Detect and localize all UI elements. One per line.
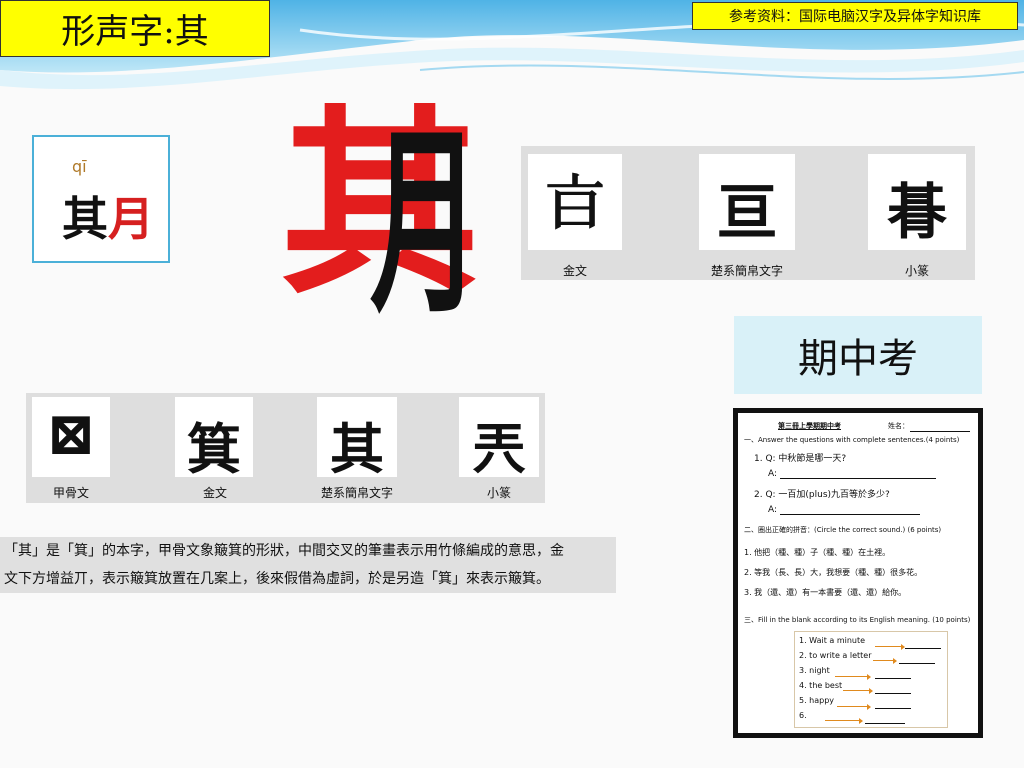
worksheet-section-2: 二、圈出正確的拼音：(Circle the correct sound.) (6…	[744, 526, 942, 534]
pinyin-text: qī	[72, 157, 87, 176]
name-blank	[910, 431, 970, 432]
worksheet-sentence-3: 3. 我（還、還）有一本書要（還、還）給你。	[744, 588, 907, 597]
card-char-left: 其	[62, 192, 108, 246]
script-cell: 𣅀	[528, 154, 622, 250]
reference-note: 参考资料：国际电脑汉字及异体字知识库	[692, 2, 1018, 30]
script-glyph: 𣅀	[545, 169, 605, 239]
fill-blank	[905, 648, 941, 649]
script-label: 楚系簡帛文字	[710, 264, 783, 278]
fill-blank	[875, 708, 911, 709]
arrow-icon	[835, 674, 871, 680]
fill-blank	[875, 678, 911, 679]
answer-blank	[780, 514, 920, 515]
radical-component: 月	[370, 108, 481, 341]
worksheet-section-3: 三、Fill in the blank according to its Eng…	[744, 616, 971, 624]
fill-item: 3. night	[799, 666, 830, 675]
worksheet-question-2: 2. Q: 一百加(plus)九百等於多少?	[754, 490, 890, 500]
script-cell: 朞	[868, 154, 966, 250]
worksheet-sentence-2: 2. 等我（長、長）大，我想要（種、種）很多花。	[744, 568, 923, 577]
script-label: 小篆	[904, 264, 929, 278]
worksheet-name-label: 姓名：	[888, 422, 909, 430]
fill-item: 5. happy	[799, 696, 835, 705]
script-glyph: ⊠	[45, 399, 97, 469]
script-label: 金文	[562, 264, 587, 278]
ancient-script-strip-qi: 𣅀 金文 亘 楚系簡帛文字 朞 小篆	[521, 146, 975, 280]
slide-title: 形声字:其	[0, 0, 270, 57]
pinyin-card-character: 其月	[62, 183, 154, 249]
worksheet-section-1: 一、Answer the questions with complete sen…	[744, 436, 960, 444]
big-character: 其 月	[280, 100, 480, 330]
script-cell: 兲	[459, 397, 539, 481]
explanation-line-2: 文下方增益丌，表示簸箕放置在几案上，後來假借為虛詞，於是另造「箕」來表示簸箕。	[4, 571, 550, 587]
worksheet-question-1: 1. Q: 中秋節是哪一天?	[754, 454, 847, 464]
ancient-script-strip-ji: ⊠ 甲骨文 箕 金文 其 楚系簡帛文字 兲 小篆	[26, 393, 545, 503]
script-cell: 亘	[699, 154, 795, 250]
script-cell: 其	[317, 397, 397, 481]
arrow-icon	[837, 704, 871, 710]
etymology-explanation: 「其」是「箕」的本字，甲骨文象簸箕的形狀，中間交叉的筆畫表示用竹條編成的意思，金…	[0, 537, 616, 593]
exam-worksheet: 第三冊上學期期中考 姓名： 一、Answer the questions wit…	[733, 408, 983, 738]
answer-blank	[780, 478, 936, 479]
arrow-icon	[873, 658, 897, 664]
answer-label: A:	[768, 505, 778, 515]
worksheet-sentence-1: 1. 他把（種、種）子（種、種）在土裡。	[744, 548, 891, 557]
script-glyph: 亘	[717, 178, 777, 248]
script-glyph: 朞	[887, 178, 947, 248]
script-glyph: 兲	[472, 417, 526, 481]
answer-label: A:	[768, 469, 778, 479]
fill-blank	[899, 663, 935, 664]
script-label: 小篆	[486, 486, 511, 500]
script-label: 甲骨文	[52, 486, 89, 500]
script-cell: ⊠	[32, 397, 110, 477]
arrow-icon	[875, 644, 905, 650]
explanation-line-1: 「其」是「箕」的本字，甲骨文象簸箕的形狀，中間交叉的筆畫表示用竹條編成的意思，金	[4, 543, 564, 559]
script-label: 楚系簡帛文字	[320, 486, 393, 500]
fill-in-box: 1. Wait a minute 2. to write a letter 3.…	[794, 631, 948, 728]
script-glyph: 其	[330, 417, 384, 481]
arrow-icon	[825, 718, 863, 724]
fill-blank	[865, 723, 905, 724]
fill-item: 2. to write a letter	[799, 651, 872, 660]
fill-blank	[875, 693, 911, 694]
fill-item: 1. Wait a minute	[799, 636, 866, 645]
script-label: 金文	[202, 486, 227, 500]
pinyin-card: qī 其月	[32, 135, 170, 263]
script-cell: 箕	[175, 397, 253, 481]
card-char-right: 月	[108, 192, 154, 246]
arrow-icon	[843, 688, 873, 694]
exam-title: 期中考	[734, 316, 982, 394]
script-glyph: 箕	[187, 417, 241, 481]
worksheet-heading: 第三冊上學期期中考	[778, 422, 841, 430]
fill-item: 6.	[799, 711, 807, 720]
fill-item: 4. the best	[799, 681, 843, 690]
